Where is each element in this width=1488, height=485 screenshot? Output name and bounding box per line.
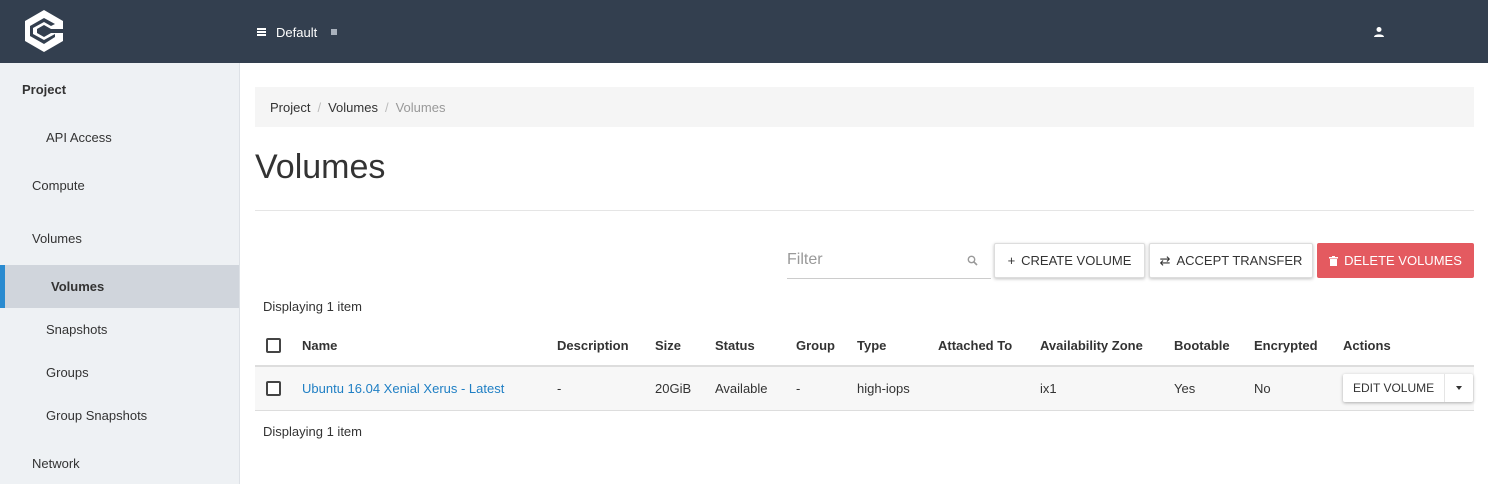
more-actions-button[interactable] <box>1445 374 1473 402</box>
breadcrumb-current: Volumes <box>395 99 446 115</box>
cell-actions: EDIT VOLUME <box>1343 366 1474 411</box>
cell-encrypted: No <box>1254 366 1343 411</box>
sidebar-item-network[interactable]: Network <box>0 442 239 485</box>
caret-icon <box>331 29 338 35</box>
top-navbar: Default <box>0 0 1488 63</box>
edit-volume-button[interactable]: EDIT VOLUME <box>1343 374 1446 403</box>
sidebar-item-api-access[interactable]: API Access <box>0 116 239 159</box>
select-all-checkbox[interactable] <box>266 338 281 354</box>
volume-name-link[interactable]: Ubuntu 16.04 Xenial Xerus - Latest <box>302 381 504 396</box>
cell-size: 20GiB <box>655 366 715 411</box>
project-name: Default <box>276 24 318 40</box>
page-title: Volumes <box>255 148 386 186</box>
column-header-encrypted[interactable]: Encrypted <box>1254 325 1343 367</box>
breadcrumb-separator: / <box>384 99 389 115</box>
column-header-type[interactable]: Type <box>857 325 938 367</box>
breadcrumb: Project / Volumes / Volumes <box>255 87 1474 127</box>
breadcrumb-volumes[interactable]: Volumes <box>328 100 378 115</box>
trash-icon <box>1329 255 1339 266</box>
column-header-name[interactable]: Name <box>302 325 557 367</box>
sidebar-item-project[interactable]: Project <box>0 68 239 111</box>
accept-transfer-button[interactable]: ⇄ ACCEPT TRANSFER <box>1149 243 1313 278</box>
column-header-description[interactable]: Description <box>557 325 655 367</box>
item-count-top: Displaying 1 item <box>263 299 362 314</box>
column-header-status[interactable]: Status <box>715 325 796 367</box>
plus-icon: + <box>1007 253 1016 268</box>
column-header-actions: Actions <box>1343 325 1474 367</box>
transfer-icon: ⇄ <box>1159 252 1171 268</box>
column-header-size[interactable]: Size <box>655 325 715 367</box>
row-actions: EDIT VOLUME <box>1343 374 1474 403</box>
title-divider <box>255 210 1474 211</box>
cell-group: - <box>796 366 857 411</box>
item-count-bottom: Displaying 1 item <box>263 424 362 439</box>
cell-attached-to <box>938 366 1040 411</box>
caret-down-icon <box>1456 386 1463 391</box>
volumes-table: Name Description Size Status Group Type … <box>255 325 1474 411</box>
column-header-attached-to[interactable]: Attached To <box>938 325 1040 367</box>
list-icon <box>257 28 266 36</box>
column-header-bootable[interactable]: Bootable <box>1174 325 1254 367</box>
cell-type: high-iops <box>857 366 938 411</box>
sidebar-item-compute[interactable]: Compute <box>0 164 239 207</box>
breadcrumb-project[interactable]: Project <box>270 100 310 115</box>
user-icon[interactable] <box>1373 26 1385 38</box>
column-header-group[interactable]: Group <box>796 325 857 367</box>
sidebar: Project API Access Compute Volumes Volum… <box>0 63 240 484</box>
project-picker[interactable]: Default <box>257 22 338 42</box>
create-volume-button[interactable]: + CREATE VOLUME <box>994 243 1145 278</box>
sidebar-item-groups[interactable]: Groups <box>0 351 239 394</box>
breadcrumb-separator: / <box>317 99 322 115</box>
sidebar-item-volumes-group[interactable]: Volumes <box>0 217 239 260</box>
row-checkbox[interactable] <box>266 381 281 397</box>
table-row: Ubuntu 16.04 Xenial Xerus - Latest - 20G… <box>255 366 1474 411</box>
filter-input[interactable] <box>787 244 957 276</box>
cell-availability-zone: ix1 <box>1040 366 1174 411</box>
search-icon[interactable] <box>967 255 978 266</box>
table-header-row: Name Description Size Status Group Type … <box>255 325 1474 367</box>
sidebar-item-snapshots[interactable]: Snapshots <box>0 308 239 351</box>
cell-bootable: Yes <box>1174 366 1254 411</box>
sidebar-item-group-snapshots[interactable]: Group Snapshots <box>0 394 239 437</box>
filter-field <box>787 244 991 279</box>
cell-description: - <box>557 366 655 411</box>
column-header-availability-zone[interactable]: Availability Zone <box>1040 325 1174 367</box>
delete-volumes-button[interactable]: DELETE VOLUMES <box>1317 243 1474 278</box>
logo-icon[interactable] <box>24 9 64 53</box>
cell-status: Available <box>715 366 796 411</box>
sidebar-item-volumes[interactable]: Volumes <box>0 265 239 308</box>
